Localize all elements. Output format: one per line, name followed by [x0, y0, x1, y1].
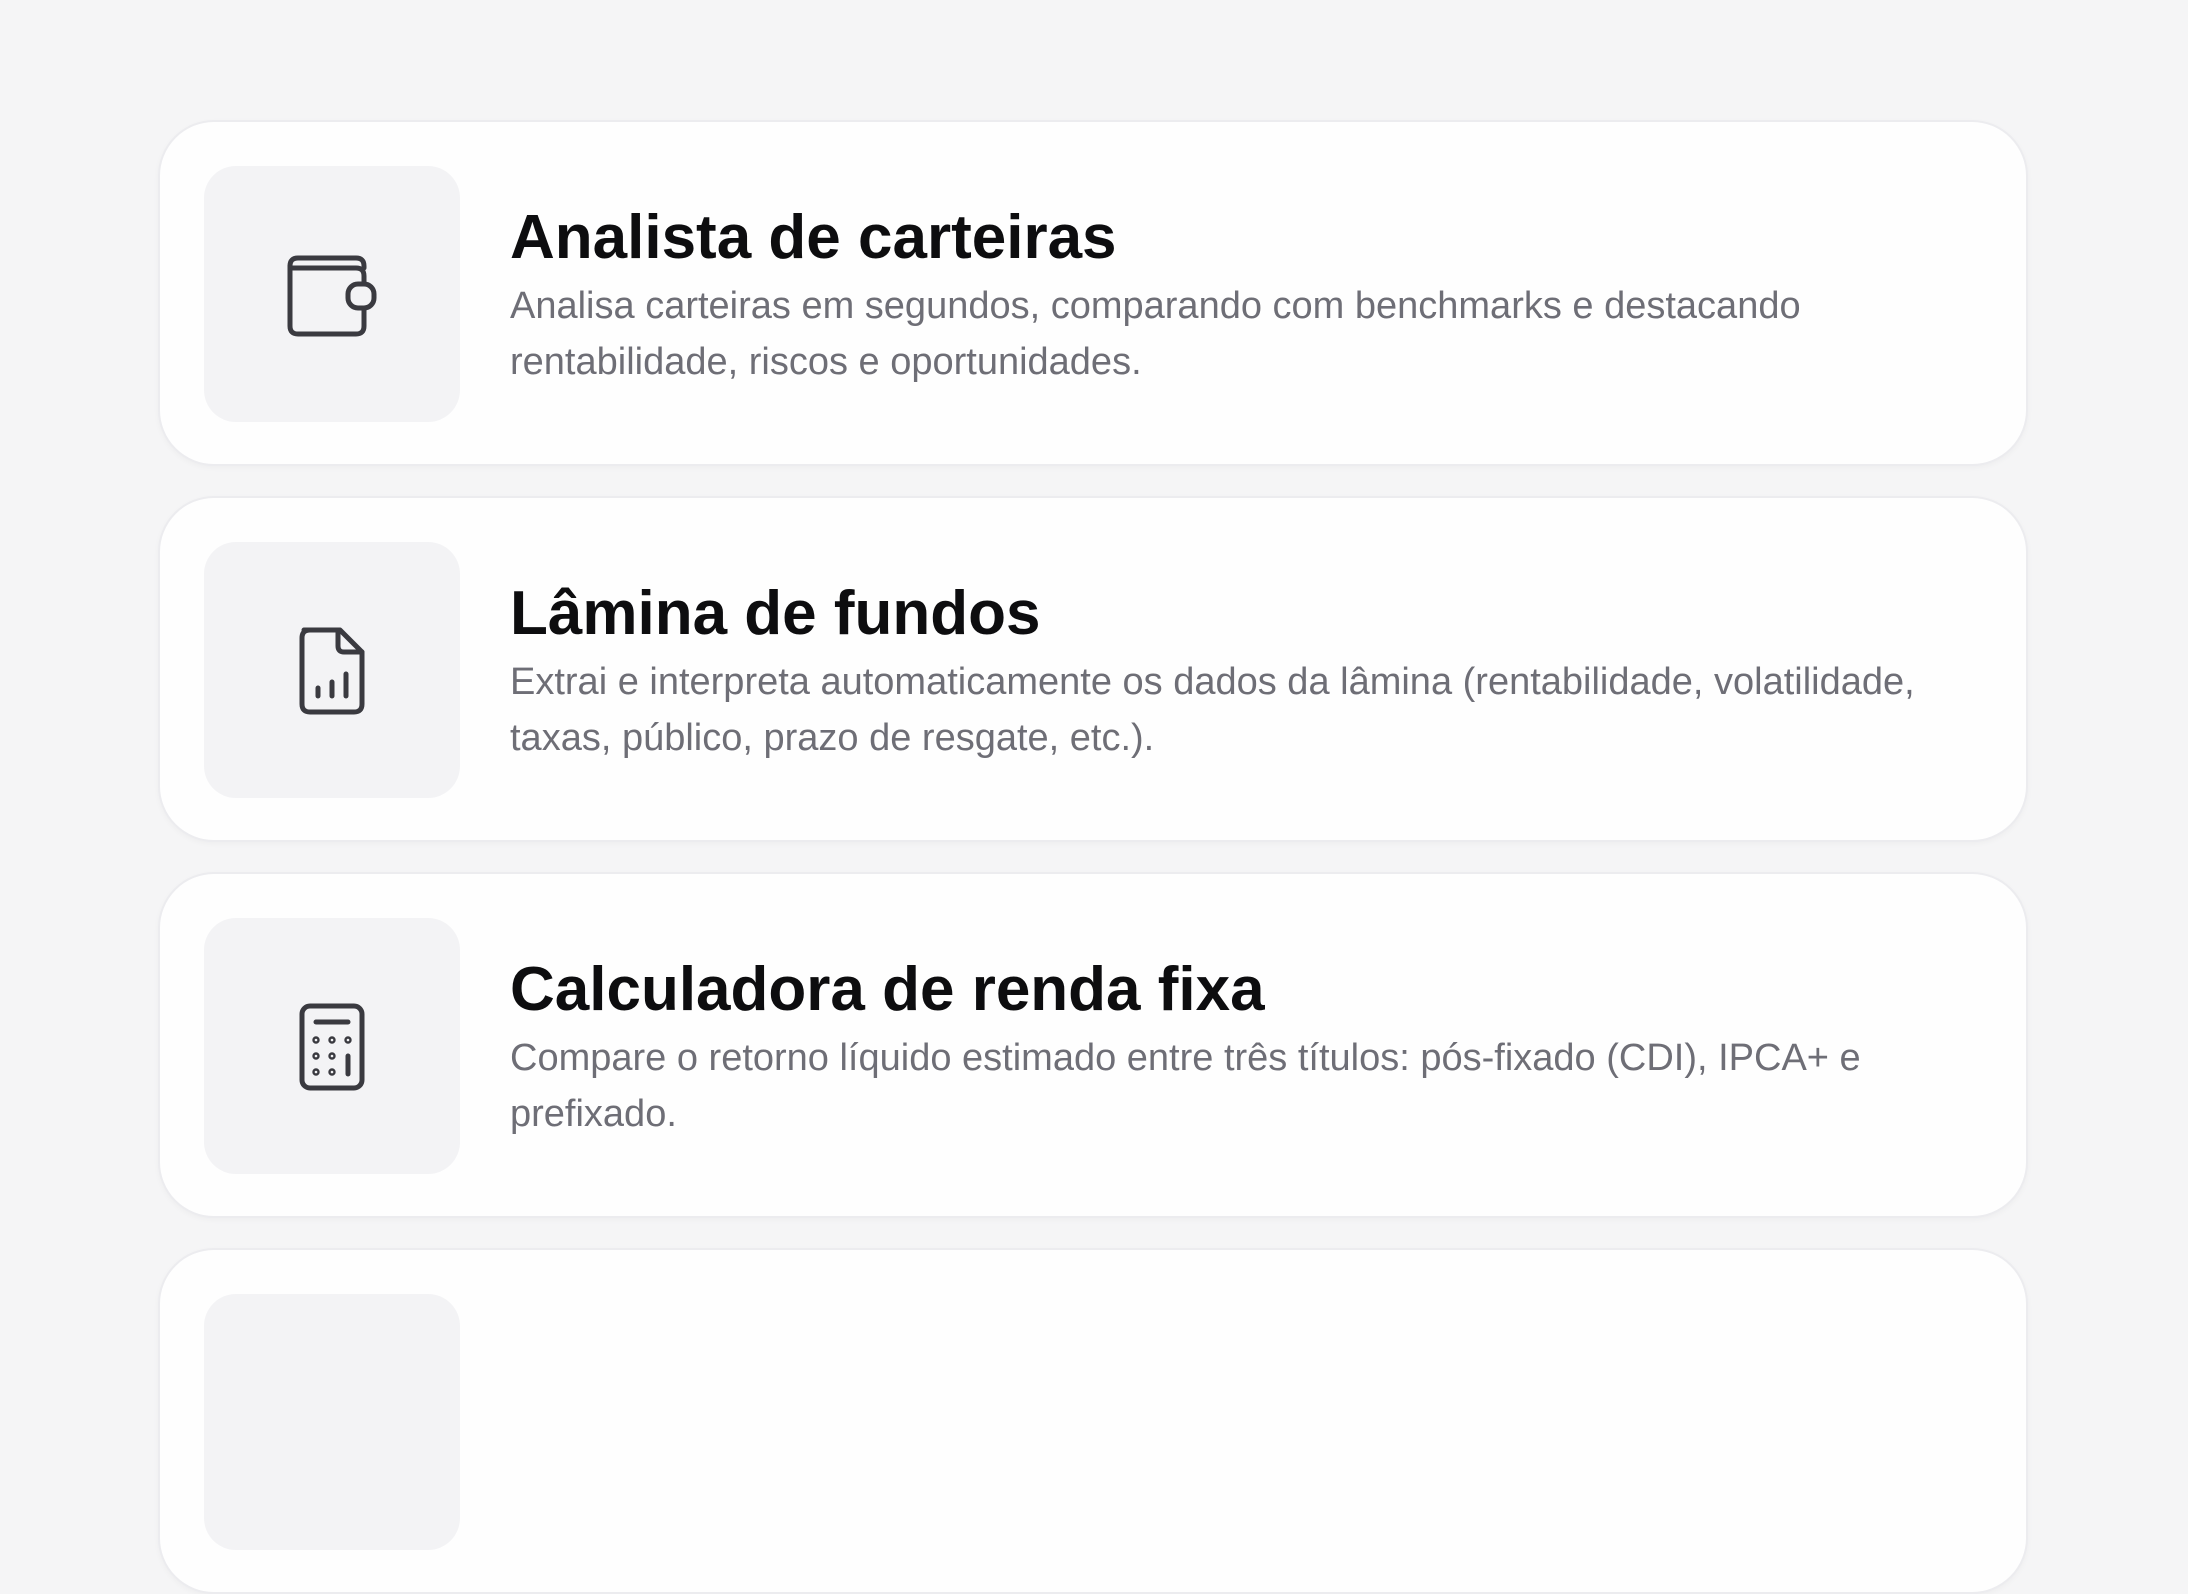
card-title: Analista de carteiras: [510, 203, 1117, 272]
icon-tile: [204, 542, 460, 798]
document-chart-icon: [299, 627, 365, 715]
card-description: Compare o retorno líquido estimado entre…: [510, 1037, 1861, 1135]
tool-card-fund-sheet[interactable]: Lâmina de fundos Extrai e interpreta aut…: [158, 496, 2028, 842]
tool-list: Analista de carteiras Analisa carteiras …: [0, 0, 2188, 1594]
wallet-icon: [287, 255, 377, 337]
calculator-icon: [299, 1003, 365, 1091]
tool-card-partial[interactable]: [158, 1248, 2028, 1594]
icon-tile: [204, 918, 460, 1174]
tool-card-fixed-income-calculator[interactable]: Calculadora de renda fixa Compare o reto…: [158, 872, 2028, 1218]
icon-tile: [204, 1294, 460, 1550]
card-description: Extrai e interpreta automaticamente os d…: [510, 661, 1915, 759]
card-title: Calculadora de renda fixa: [510, 955, 1265, 1024]
card-description: Analisa carteiras em segundos, comparand…: [510, 285, 1801, 383]
card-title: Lâmina de fundos: [510, 579, 1041, 648]
icon-tile: [204, 166, 460, 422]
tool-card-portfolio-analyst[interactable]: Analista de carteiras Analisa carteiras …: [158, 120, 2028, 466]
